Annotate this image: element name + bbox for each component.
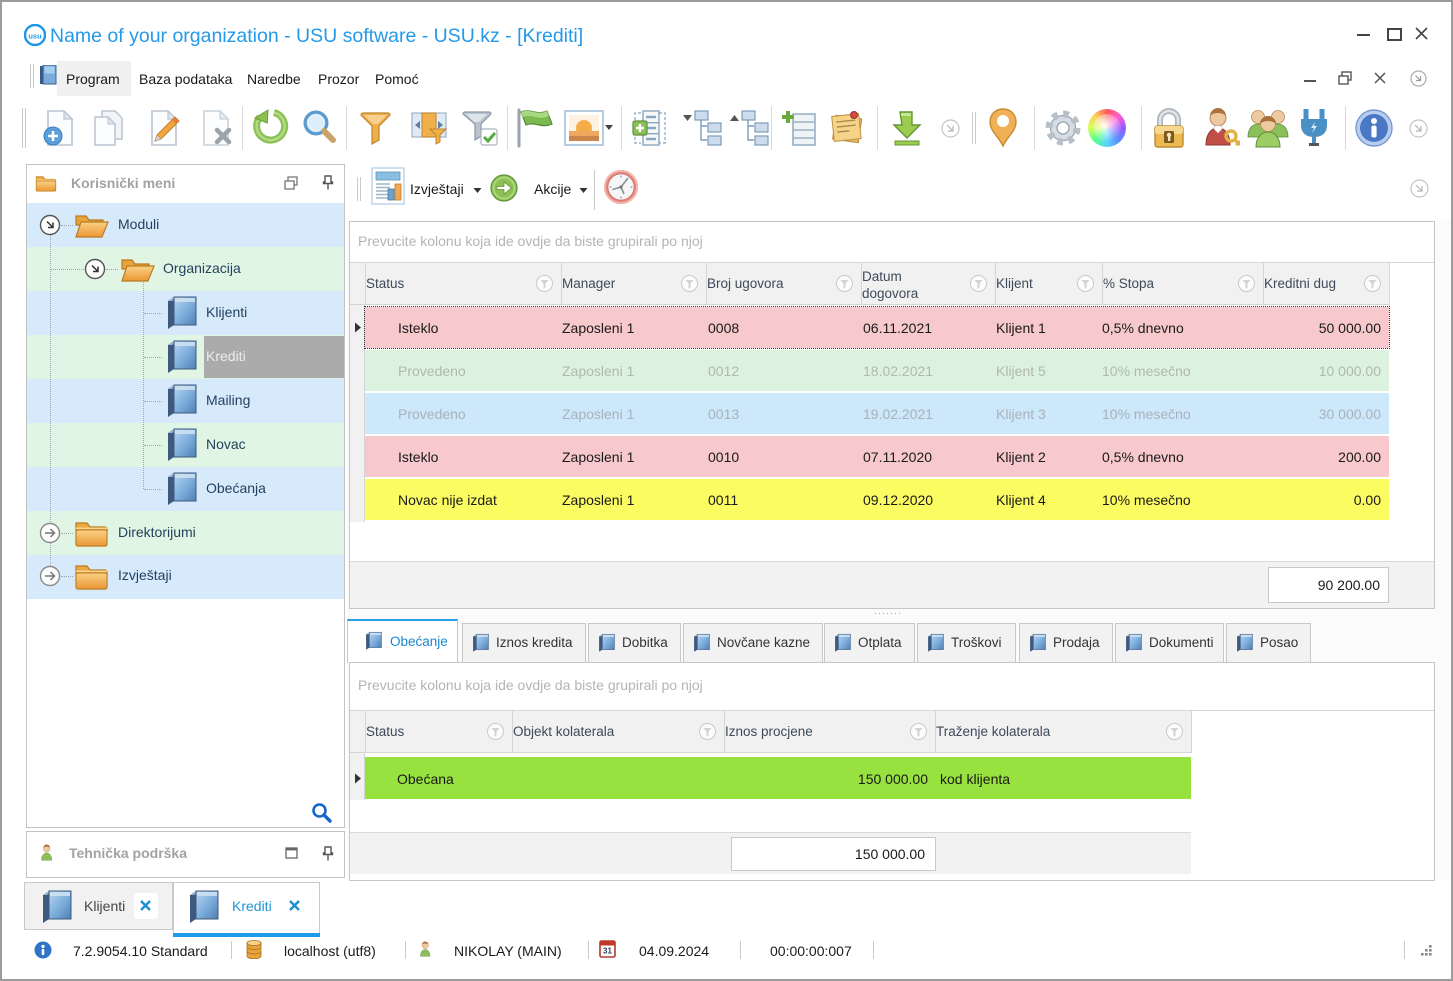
svg-text:31: 31	[603, 947, 612, 956]
svg-text:usu: usu	[28, 32, 42, 41]
